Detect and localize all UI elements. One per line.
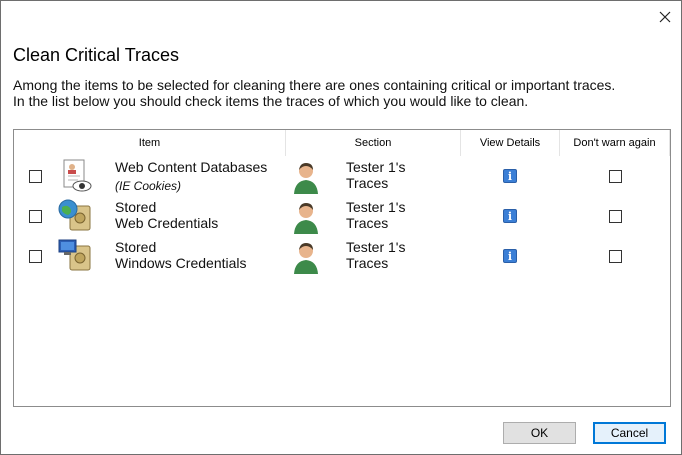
close-button[interactable]	[655, 7, 675, 27]
info-icon[interactable]: i	[503, 209, 517, 223]
description-line-1: Among the items to be selected for clean…	[13, 77, 616, 93]
critical-traces-list: Item Section View Details Don't warn aga…	[13, 129, 671, 407]
row-item-title: Web Content Databases	[115, 159, 268, 175]
cookie-database-icon	[63, 159, 92, 192]
row-select-checkbox[interactable]	[29, 210, 42, 223]
dialog-description: Among the items to be selected for clean…	[13, 77, 673, 109]
user-icon	[294, 203, 318, 234]
row-section-label: Traces	[346, 255, 389, 271]
row-select-checkbox[interactable]	[29, 250, 42, 263]
web-credentials-vault-icon	[58, 199, 91, 231]
dialog-title: Clean Critical Traces	[13, 45, 180, 65]
user-icon	[294, 163, 318, 194]
row-item-title: Stored	[115, 199, 157, 215]
column-header-item[interactable]: Item	[14, 130, 286, 156]
row-select-checkbox[interactable]	[29, 170, 42, 183]
clean-critical-traces-dialog: Clean Critical Traces Among the items to…	[0, 0, 682, 455]
ok-button[interactable]: OK	[503, 422, 576, 444]
column-header-dont-warn[interactable]: Don't warn again	[560, 130, 670, 156]
windows-credentials-vault-icon	[58, 239, 91, 271]
row-section-owner: Tester 1's	[346, 239, 406, 255]
info-icon[interactable]: i	[503, 249, 517, 263]
row-item-title: Stored	[115, 239, 157, 255]
row-section-label: Traces	[346, 215, 389, 231]
dont-warn-checkbox[interactable]	[609, 170, 622, 183]
row-item-subtitle: Web Credentials	[115, 215, 219, 231]
row-item-subtitle: (IE Cookies)	[115, 179, 182, 193]
dont-warn-checkbox[interactable]	[609, 250, 622, 263]
column-header-view-details[interactable]: View Details	[461, 130, 560, 156]
description-line-2: In the list below you should check items…	[13, 93, 529, 109]
row-section-owner: Tester 1's	[346, 159, 406, 175]
table-row: Stored Web Credentials Tester 1's Traces…	[14, 196, 670, 236]
table-row: Stored Windows Credentials Tester 1's Tr…	[14, 236, 670, 276]
row-section-owner: Tester 1's	[346, 199, 406, 215]
cancel-button[interactable]: Cancel	[593, 422, 666, 444]
row-item-subtitle: Windows Credentials	[115, 255, 247, 271]
info-icon[interactable]: i	[503, 169, 517, 183]
column-header-section[interactable]: Section	[286, 130, 461, 156]
close-icon	[659, 11, 671, 23]
dont-warn-checkbox[interactable]	[609, 210, 622, 223]
list-header: Item Section View Details Don't warn aga…	[14, 130, 670, 156]
user-icon	[294, 243, 318, 274]
table-row: Web Content Databases (IE Cookies) Teste…	[14, 156, 670, 196]
row-section-label: Traces	[346, 175, 389, 191]
